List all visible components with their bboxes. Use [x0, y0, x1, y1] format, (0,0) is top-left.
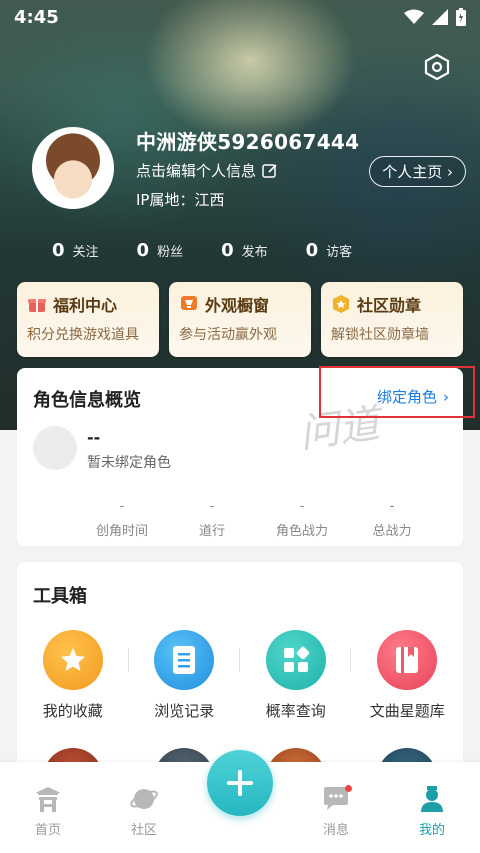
toolbox-title: 工具箱 — [33, 586, 87, 607]
profile-stats: 0 关注 0 粉丝 0 发布 0 访客 — [52, 240, 352, 261]
divider — [350, 648, 351, 672]
tool-probability[interactable]: 概率查询 — [241, 630, 351, 721]
avatar[interactable] — [32, 127, 114, 209]
nav-mine[interactable]: 我的 — [392, 785, 472, 838]
book-icon — [377, 630, 438, 690]
plus-icon — [227, 770, 253, 796]
edit-profile-link[interactable]: 点击编辑个人信息 — [136, 160, 278, 181]
nav-home[interactable]: 首页 — [8, 785, 88, 838]
tool-question-bank[interactable]: 文曲星题库 — [352, 630, 462, 721]
signal-icon — [432, 9, 448, 25]
medal-icon — [333, 295, 349, 313]
role-stat-daoxing: - 道行 — [198, 499, 225, 540]
document-icon — [154, 630, 215, 690]
appearance-showcase-card[interactable]: 外观橱窗 参与活动赢外观 — [169, 282, 311, 357]
role-stats: - 创角时间 - 道行 - 角色战力 - 总战力 — [77, 499, 437, 540]
role-avatar — [33, 426, 77, 470]
settings-hexagon-icon — [424, 53, 450, 81]
gift-icon — [28, 299, 46, 312]
role-status: 暂未绑定角色 — [87, 455, 171, 471]
user-icon — [421, 786, 443, 812]
grid-icon — [265, 630, 326, 690]
planet-icon — [130, 789, 158, 809]
edit-profile-label: 点击编辑个人信息 — [136, 162, 257, 180]
unread-dot — [345, 785, 352, 792]
stat-following[interactable]: 0 关注 — [52, 240, 99, 261]
role-stat-total-power: - 总战力 — [372, 499, 412, 540]
role-overview-title: 角色信息概览 — [33, 390, 141, 411]
settings-button[interactable] — [420, 50, 454, 84]
tool-favorites[interactable]: 我的收藏 — [18, 630, 128, 721]
role-stat-create-time: - 创角时间 — [95, 499, 148, 540]
role-name: -- — [87, 428, 101, 447]
stat-visitors[interactable]: 0 访客 — [306, 240, 353, 261]
feature-cards: 福利中心 积分兑换游戏道具 外观橱窗 参与活动赢外观 社区勋章 解锁社区勋章墙 — [17, 282, 463, 357]
tool-history[interactable]: 浏览记录 — [129, 630, 239, 721]
trophy-icon — [181, 296, 197, 310]
homepage-button[interactable]: 个人主页 › — [369, 156, 466, 187]
role-stat-power: - 角色战力 — [275, 499, 328, 540]
welfare-center-card[interactable]: 福利中心 积分兑换游戏道具 — [17, 282, 159, 357]
edit-icon — [262, 163, 277, 178]
homepage-label: 个人主页 — [382, 163, 443, 181]
ip-location: IP属地：江西 — [136, 191, 225, 209]
community-medal-card[interactable]: 社区勋章 解锁社区勋章墙 — [321, 282, 463, 357]
stat-posts[interactable]: 0 发布 — [221, 240, 268, 261]
chevron-right-icon: › — [447, 163, 453, 181]
divider — [128, 648, 129, 672]
nav-messages[interactable]: 消息 — [296, 785, 376, 838]
highlight-annotation-box — [319, 366, 475, 418]
create-post-button[interactable] — [207, 750, 273, 816]
wifi-icon — [404, 9, 424, 24]
role-overview-panel: 角色信息概览 问道 绑定角色 › -- 暂未绑定角色 - 创角时间 - 道行 -… — [17, 366, 475, 546]
stat-followers[interactable]: 0 粉丝 — [137, 240, 184, 261]
home-gate-icon — [35, 787, 61, 812]
nav-community[interactable]: 社区 — [104, 785, 184, 838]
status-time: 4:45 — [14, 6, 59, 28]
toolbox-grid: 我的收藏 浏览记录 概率查询 文曲星题库 — [17, 630, 463, 721]
star-icon — [42, 630, 103, 690]
battery-icon — [456, 8, 466, 26]
status-bar: 4:45 — [0, 0, 480, 34]
username: 中洲游侠5926067444 — [136, 130, 360, 154]
divider — [239, 648, 240, 672]
